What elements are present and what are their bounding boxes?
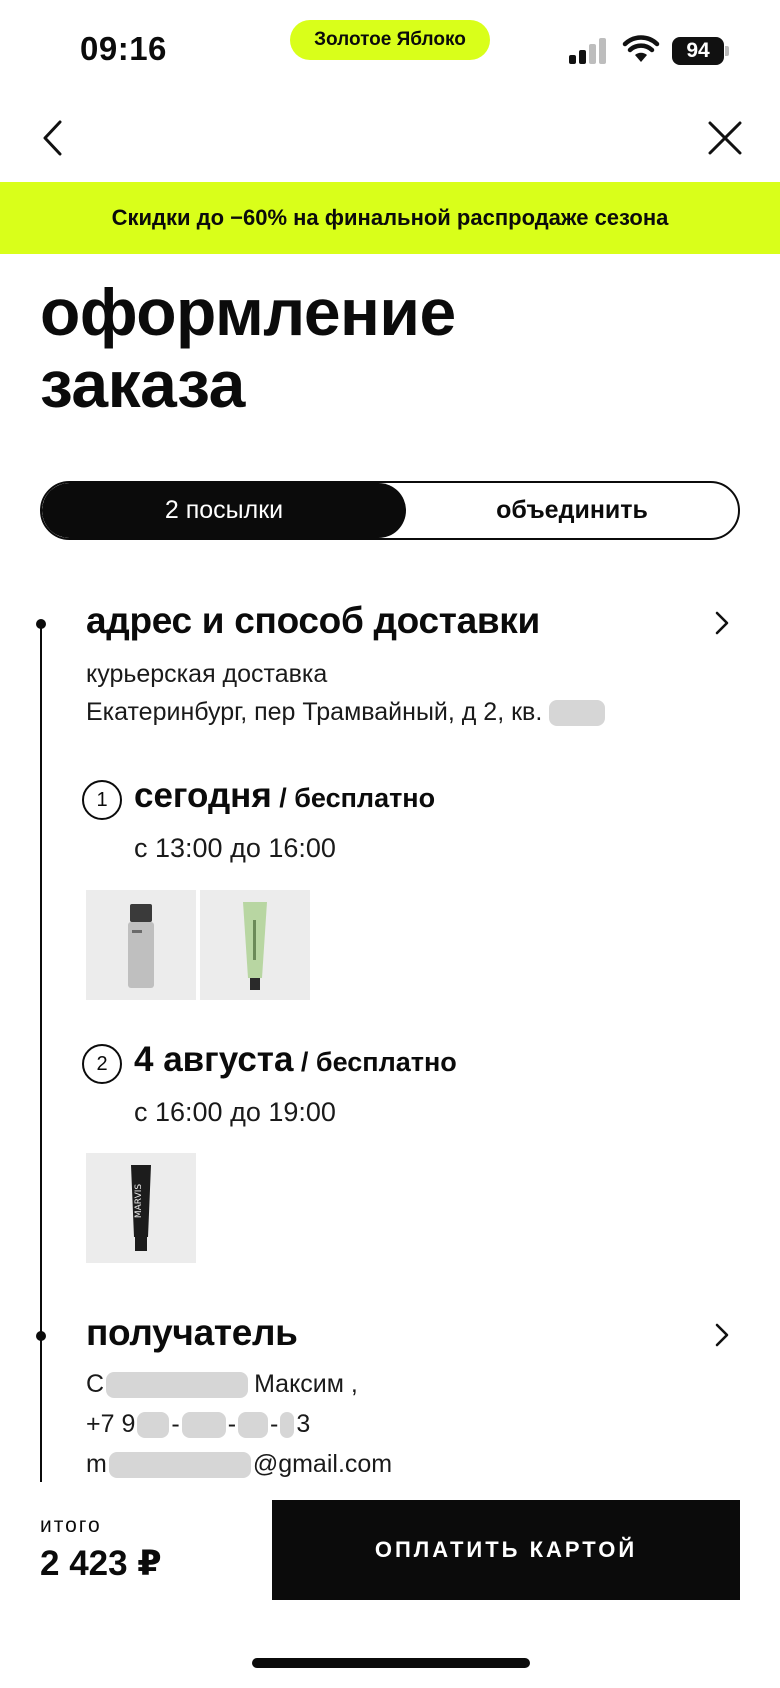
page-title: оформление заказа (40, 275, 456, 421)
status-bar: 09:16 Золотое Яблоко 94 (0, 0, 780, 100)
chevron-right-icon[interactable] (708, 606, 736, 640)
delivery-address: Екатеринбург, пер Трамвайный, д 2, кв. (86, 698, 606, 727)
recipient-name-start: С (86, 1370, 105, 1398)
wifi-icon (622, 35, 660, 62)
recipient-email-end: @gmail.com (252, 1450, 393, 1478)
recipient-phone: +7 9---3 (86, 1410, 311, 1439)
delivery-section-title[interactable]: адрес и способ доставки (86, 600, 540, 642)
promo-banner[interactable]: Скидки до −60% на финальной распродаже с… (0, 182, 780, 254)
battery-tip (725, 46, 729, 56)
close-icon (708, 121, 742, 155)
shipment-price: / бесплатно (271, 783, 436, 813)
shipment-number-1: 1 (82, 780, 122, 820)
back-button[interactable] (30, 112, 74, 164)
recipient-phone-end: 3 (296, 1410, 311, 1438)
home-indicator[interactable] (252, 1658, 530, 1668)
redacted-phone-part (181, 1412, 226, 1439)
tab-two-parcels[interactable]: 2 посылки (42, 483, 406, 538)
recipient-name: С Максим , (86, 1370, 358, 1399)
recipient-email: m @gmail.com (86, 1450, 392, 1479)
product-thumbnail[interactable] (200, 890, 310, 1000)
recipient-phone-start: +7 9 (86, 1410, 136, 1438)
shipment-title-1: сегодня / бесплатно (134, 776, 435, 816)
redacted-apartment (549, 700, 606, 727)
pay-by-card-button[interactable]: ОПЛАТИТЬ КАРТОЙ (272, 1500, 740, 1600)
product-brand-text: MARVIS (134, 1184, 144, 1218)
product-thumbnail[interactable]: MARVIS (86, 1153, 196, 1263)
total-label: итого (40, 1514, 102, 1537)
chevron-left-icon (43, 120, 62, 156)
shipment-date: сегодня (134, 776, 272, 815)
shipment-date: 4 августа (134, 1040, 294, 1079)
close-button[interactable] (700, 112, 750, 164)
timeline-dot-recipient (36, 1331, 46, 1341)
shipment-number-2: 2 (82, 1044, 122, 1084)
status-time: 09:16 (80, 30, 167, 67)
total-value: 2 423 ₽ (40, 1544, 162, 1583)
parcel-toggle: 2 посылки объединить (40, 481, 740, 540)
recipient-email-start: m (86, 1450, 107, 1478)
battery-icon: 94 (672, 37, 724, 65)
redacted-phone-part (137, 1412, 170, 1439)
timeline-dot-delivery (36, 619, 46, 629)
shipment-title-2: 4 августа / бесплатно (134, 1040, 457, 1080)
shipment-time-2: с 16:00 до 19:00 (134, 1097, 336, 1127)
timeline-line (40, 624, 42, 1484)
delivery-address-text: Екатеринбург, пер Трамвайный, д 2, кв. (86, 698, 543, 726)
recipient-section-title[interactable]: получатель (86, 1312, 298, 1354)
delivery-method: курьерская доставка (86, 660, 328, 688)
tab-combine[interactable]: объединить (406, 483, 738, 538)
bottle-icon (128, 904, 154, 988)
chevron-right-icon[interactable] (708, 1318, 736, 1352)
recipient-name-end: Максим , (254, 1370, 358, 1398)
app-pill[interactable]: Золотое Яблоко (290, 20, 490, 60)
product-thumbnail[interactable] (86, 890, 196, 1000)
redacted-surname (106, 1372, 249, 1399)
signal-icon (569, 38, 609, 64)
shipment-time-1: с 13:00 до 16:00 (134, 833, 336, 863)
redacted-phone-part (238, 1412, 269, 1439)
redacted-phone-part (280, 1412, 295, 1439)
redacted-email-part (108, 1452, 251, 1479)
tube-icon (243, 902, 267, 990)
shipment-price: / бесплатно (293, 1047, 457, 1077)
toothpaste-icon: MARVIS (131, 1165, 151, 1251)
